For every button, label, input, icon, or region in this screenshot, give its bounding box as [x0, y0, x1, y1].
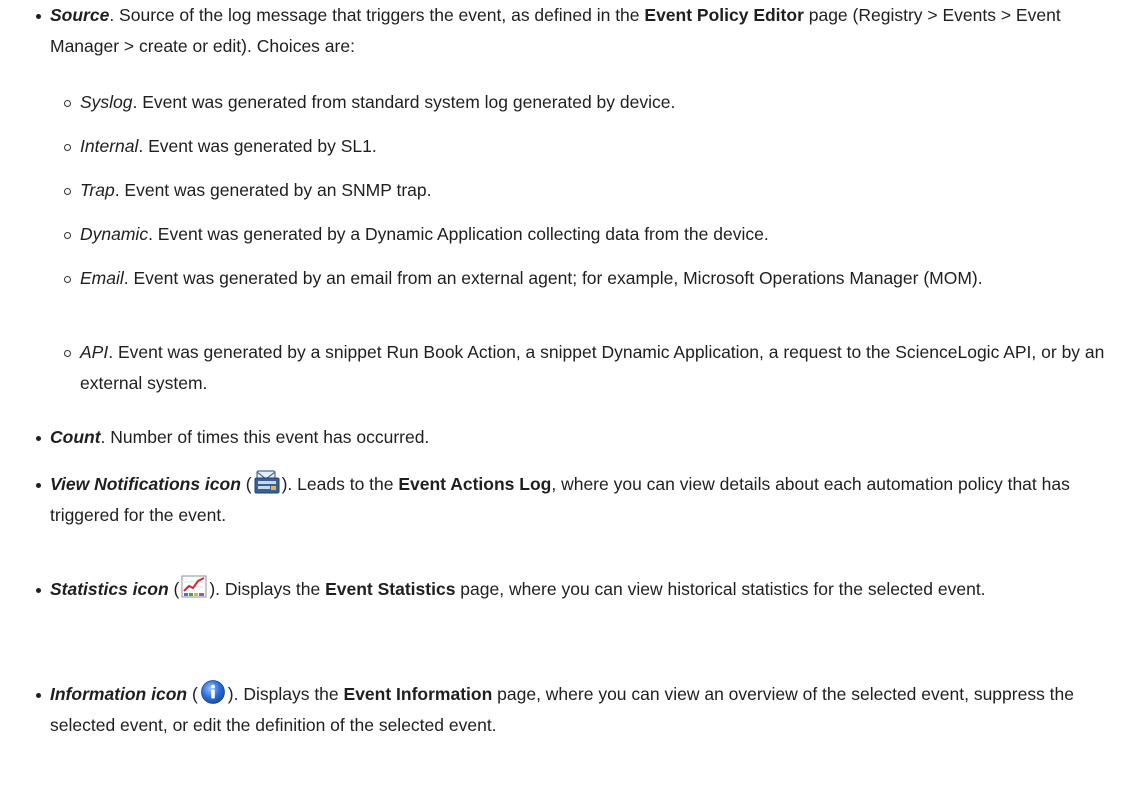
choice-dynamic: Dynamic. Event was generated by a Dynami… — [64, 219, 1128, 250]
text: ( — [240, 474, 252, 494]
term-email: Email — [80, 268, 124, 288]
ui-event-actions-log: Event Actions Log — [398, 474, 552, 494]
ui-event-policy-editor: Event Policy Editor — [644, 5, 804, 25]
text: . Event was generated by a Dynamic Appli… — [148, 224, 769, 244]
info-circle-icon — [199, 679, 227, 705]
statistics-chart-icon — [180, 574, 208, 600]
term-trap: Trap — [80, 180, 115, 200]
bullet-dot — [36, 14, 41, 19]
text: ). Displays the — [209, 579, 326, 599]
sub-bullet — [64, 144, 71, 151]
term-source: Source — [50, 5, 110, 25]
bullet-text: Source. Source of the log message that t… — [50, 0, 1128, 62]
bullet-dot — [36, 588, 41, 593]
text: . Number of times this event has occurre… — [100, 427, 430, 447]
text: ( — [187, 684, 198, 704]
bullet-information: Information icon ( ). Displays the Event… — [36, 679, 1128, 741]
sub-bullet — [64, 350, 71, 357]
term-internal: Internal — [80, 136, 139, 156]
text: ). Leads to the — [281, 474, 399, 494]
text: . Source of the log message that trigger… — [109, 5, 645, 25]
text: . Event was generated by a snippet Run B… — [80, 342, 1105, 393]
text: ( — [168, 579, 180, 599]
text: . Event was generated by SL1. — [138, 136, 377, 156]
text: . Event was generated by an email from a… — [123, 268, 983, 288]
sub-bullet — [64, 100, 71, 107]
choice-syslog: Syslog. Event was generated from standar… — [64, 87, 1128, 118]
sub-bullet — [64, 276, 71, 283]
choice-trap: Trap. Event was generated by an SNMP tra… — [64, 175, 1128, 206]
term-information: Information icon — [50, 684, 188, 704]
text: page, where you can view historical stat… — [455, 579, 986, 599]
bullet-count: Count. Number of times this event has oc… — [36, 422, 1128, 453]
choice-internal: Internal. Event was generated by SL1. — [64, 131, 1128, 162]
bullet-view-notifications: View Notifications icon ( ). Leads to th… — [36, 469, 1128, 531]
term-dynamic: Dynamic — [80, 224, 149, 244]
sub-bullet — [64, 188, 71, 195]
term-api: API — [80, 342, 109, 362]
ui-event-statistics: Event Statistics — [325, 579, 456, 599]
text: ). Displays the — [227, 684, 344, 704]
term-count: Count — [50, 427, 101, 447]
bullet-source: Source. Source of the log message that t… — [36, 0, 1128, 62]
term-syslog: Syslog — [80, 92, 133, 112]
sub-bullet — [64, 232, 71, 239]
choice-api: API. Event was generated by a snippet Ru… — [64, 337, 1128, 399]
bullet-statistics: Statistics icon ( ). Displays the Event … — [36, 574, 1128, 605]
bullet-dot — [36, 483, 41, 488]
term-view-notifications: View Notifications icon — [50, 474, 241, 494]
document: Source. Source of the log message that t… — [0, 0, 1138, 803]
text: . Event was generated by an SNMP trap. — [114, 180, 432, 200]
bullet-dot — [36, 693, 41, 698]
envelope-notifications-icon — [253, 469, 281, 495]
term-statistics: Statistics icon — [50, 579, 169, 599]
text: . Event was generated from standard syst… — [132, 92, 676, 112]
choice-email: Email. Event was generated by an email f… — [64, 263, 1128, 294]
ui-event-information: Event Information — [343, 684, 493, 704]
bullet-dot — [36, 436, 41, 441]
